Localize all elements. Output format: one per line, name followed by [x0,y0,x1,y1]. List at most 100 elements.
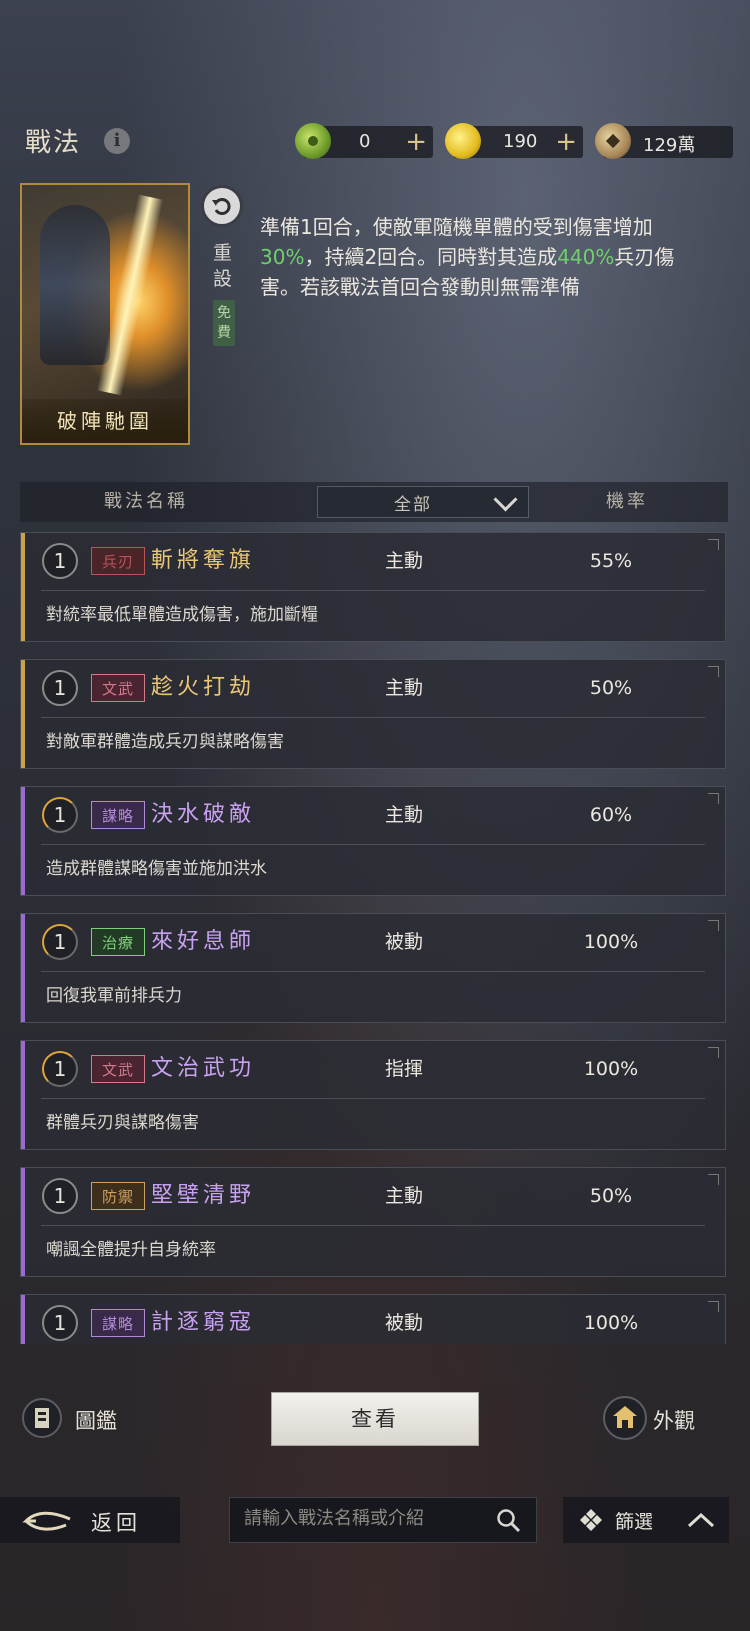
quality-stripe [21,660,25,768]
tactic-mode: 主動 [385,550,424,572]
quality-stripe [21,533,25,641]
filter-diamond-icon [580,1509,602,1531]
reset-button[interactable] [201,185,243,227]
jade-coin-icon [295,123,331,159]
tactic-mode: 主動 [385,677,424,699]
row-divider [41,590,705,591]
view-button[interactable]: 查看 [271,1392,479,1446]
tactic-list[interactable]: 1 兵刃 斬將奪旗 主動 55% 對統率最低單體造成傷害，施加斷糧 1 文武 趁… [20,532,728,1344]
add-gold-button[interactable]: + [555,126,577,158]
row-divider [41,717,705,718]
row-divider [41,971,705,972]
tactic-mode: 指揮 [385,1058,424,1080]
tactic-mode: 主動 [385,1185,424,1207]
quality-stripe [21,1041,25,1149]
info-icon[interactable]: i [104,128,130,154]
filter-label: 篩選 [615,1511,654,1533]
tactic-mode: 被動 [385,1312,424,1334]
filter-button[interactable]: 篩選 [563,1497,729,1543]
tactic-summary: 群體兵刃與謀略傷害 [46,1113,199,1133]
level-badge: 1 [42,924,78,960]
catalog-label[interactable]: 圖鑑 [75,1405,117,1435]
tactic-description: 準備1回合，使敵軍隨機單體的受到傷害增加 30%，持續2回合。同時對其造成440%… [260,212,680,302]
level-badge: 1 [42,543,78,579]
type-tag: 謀略 [91,1309,145,1337]
column-rate: 機率 [606,491,648,512]
row-divider [41,844,705,845]
tactic-rate: 100% [583,931,639,953]
chevron-down-icon [493,487,518,512]
tactic-summary: 回復我軍前排兵力 [46,986,182,1006]
tactic-rate: 100% [583,1058,639,1080]
add-jade-button[interactable]: + [405,126,427,158]
tactic-name: 文治武功 [151,1056,256,1081]
copper-value: 129萬 [643,135,696,156]
tactic-mode: 被動 [385,931,424,953]
level-badge: 1 [42,1305,78,1341]
jade-value: 0 [359,131,371,152]
back-button[interactable]: 返回 [0,1497,180,1543]
description-text: 準備1回合，使敵軍隨機單體的受到傷害增加 [260,215,653,239]
corner-ornament [708,1047,719,1058]
description-text: ，持續2回合。同時對其造成 [304,245,558,269]
tactic-name: 斬將奪旗 [151,548,256,573]
tactic-rate: 50% [589,1185,633,1207]
tactic-card-name: 破陣馳圍 [22,399,188,443]
quality-stripe [21,914,25,1022]
corner-ornament [708,539,719,550]
reset-label[interactable]: 重設 [213,240,235,292]
tactic-summary: 對統率最低單體造成傷害，施加斷糧 [46,605,318,625]
free-tag: 免費 [213,300,235,346]
row-divider [41,1098,705,1099]
tactic-summary: 對敵軍群體造成兵刃與謀略傷害 [46,732,284,752]
tactic-card[interactable]: 破陣馳圍 [20,183,190,445]
undo-icon [212,198,231,215]
type-tag: 文武 [91,1055,145,1083]
tactic-summary: 嘲諷全體提升自身統率 [46,1240,216,1260]
tactic-row[interactable]: 1 兵刃 斬將奪旗 主動 55% 對統率最低單體造成傷害，施加斷糧 [20,532,726,642]
copper-coin-icon [595,123,631,159]
type-filter-dropdown[interactable]: 全部 [317,486,529,518]
chevron-up-icon[interactable] [687,1511,715,1529]
gold-coin-icon [445,123,481,159]
tactic-row[interactable]: 1 防禦 堅壁清野 主動 50% 嘲諷全體提升自身統率 [20,1167,726,1277]
type-tag: 防禦 [91,1182,145,1210]
quality-stripe [21,1295,25,1344]
type-tag: 文武 [91,674,145,702]
quality-stripe [21,1168,25,1276]
catalog-icon[interactable] [22,1398,62,1438]
gold-resource: 190 + [445,123,583,159]
general-portrait [40,205,110,365]
tactic-row[interactable]: 1 治療 來好息師 被動 100% 回復我軍前排兵力 [20,913,726,1023]
tactic-row[interactable]: 1 謀略 計逐窮寇 被動 100% [20,1294,726,1344]
corner-ornament [708,1174,719,1185]
tactic-rate: 50% [589,677,633,699]
page-title: 戰法 [25,128,82,158]
tactic-name: 來好息師 [151,929,256,954]
search-input[interactable] [242,1507,486,1530]
tactic-summary: 造成群體謀略傷害並施加洪水 [46,859,267,879]
tactic-rate: 55% [589,550,633,572]
tactic-row[interactable]: 1 文武 趁火打劫 主動 50% 對敵軍群體造成兵刃與謀略傷害 [20,659,726,769]
row-divider [41,1225,705,1226]
level-badge: 1 [42,797,78,833]
quality-stripe [21,787,25,895]
corner-ornament [708,793,719,804]
tactic-name: 堅壁清野 [151,1183,256,1208]
tactic-name: 計逐窮寇 [151,1310,256,1335]
type-tag: 兵刃 [91,547,145,575]
search-field[interactable] [229,1497,537,1543]
highlight-value: 440% [557,245,615,269]
tactic-name: 趁火打劫 [151,675,256,700]
tactic-rate: 100% [583,1312,639,1334]
tactic-mode: 主動 [385,804,424,826]
corner-ornament [708,666,719,677]
highlight-value: 30% [260,245,305,269]
tactic-row[interactable]: 1 文武 文治武功 指揮 100% 群體兵刃與謀略傷害 [20,1040,726,1150]
level-badge: 1 [42,670,78,706]
appearance-icon[interactable] [603,1396,647,1440]
search-icon[interactable] [496,1508,522,1534]
column-name: 戰法名稱 [104,491,188,512]
appearance-label[interactable]: 外觀 [653,1405,695,1435]
tactic-row[interactable]: 1 謀略 決水破敵 主動 60% 造成群體謀略傷害並施加洪水 [20,786,726,896]
